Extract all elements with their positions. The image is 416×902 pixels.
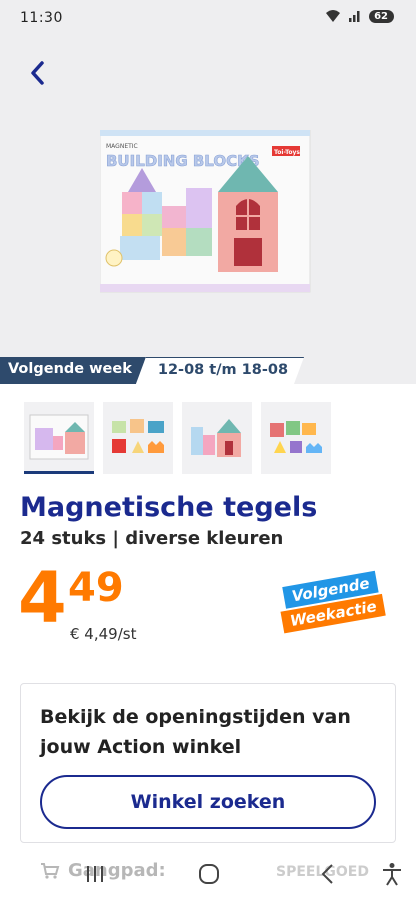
weekaction-badge: Volgende Weekactie — [272, 566, 400, 642]
thumbnail-image — [191, 419, 241, 457]
unit-price: € 4,49/st — [70, 625, 137, 643]
thumbnail-1[interactable] — [24, 402, 94, 474]
status-icons: 62 — [325, 9, 394, 23]
store-card: Bekijk de openingstijden van jouw Action… — [20, 683, 396, 843]
thumbnail-3[interactable] — [182, 402, 252, 474]
product-hero: MAGNETIC BUILDING BLOCKS Toi-Toys — [0, 38, 416, 384]
chevron-left-icon — [31, 61, 44, 85]
find-store-button[interactable]: Winkel zoeken — [40, 775, 376, 829]
back-button[interactable] — [22, 58, 52, 88]
thumbnail-2[interactable] — [103, 402, 173, 474]
wifi-icon — [326, 10, 341, 22]
system-nav-bar — [0, 845, 416, 902]
price-cents: 49 — [68, 565, 124, 611]
product-title: Magnetische tegels — [20, 492, 318, 523]
box-brand-small: MAGNETIC — [106, 143, 138, 150]
week-label: Volgende week — [0, 357, 146, 384]
status-time: 11:30 — [20, 10, 63, 26]
week-dates: 12-08 t/m 18-08 — [135, 357, 305, 384]
price-whole: 4 — [18, 557, 67, 639]
thumbnail-image — [270, 421, 322, 453]
home-icon — [199, 864, 219, 884]
thumbnail-image — [112, 419, 164, 453]
recent-apps-button[interactable] — [80, 859, 110, 889]
thumbnail-4[interactable] — [261, 402, 331, 474]
box-title: BUILDING BLOCKS — [106, 152, 260, 170]
thumbnail-strip — [24, 402, 331, 474]
box-logo: Toi-Toys — [274, 149, 300, 156]
status-bar: 11:30 62 — [0, 0, 416, 38]
thumbnail-image — [29, 414, 89, 459]
accessibility-button[interactable] — [377, 859, 407, 889]
system-back-button[interactable] — [312, 859, 342, 889]
home-button[interactable] — [194, 859, 224, 889]
product-image: MAGNETIC BUILDING BLOCKS Toi-Toys — [100, 130, 311, 293]
week-banner: Volgende week 12-08 t/m 18-08 — [0, 357, 305, 384]
product-subtitle: 24 stuks | diverse kleuren — [20, 528, 284, 549]
back-icon — [321, 864, 333, 884]
accessibility-icon — [383, 863, 401, 886]
signal-icon — [349, 11, 360, 22]
battery-indicator: 62 — [369, 9, 394, 23]
recent-apps-icon — [87, 866, 103, 882]
store-info-text: Bekijk de openingstijden van jouw Action… — [40, 706, 351, 758]
